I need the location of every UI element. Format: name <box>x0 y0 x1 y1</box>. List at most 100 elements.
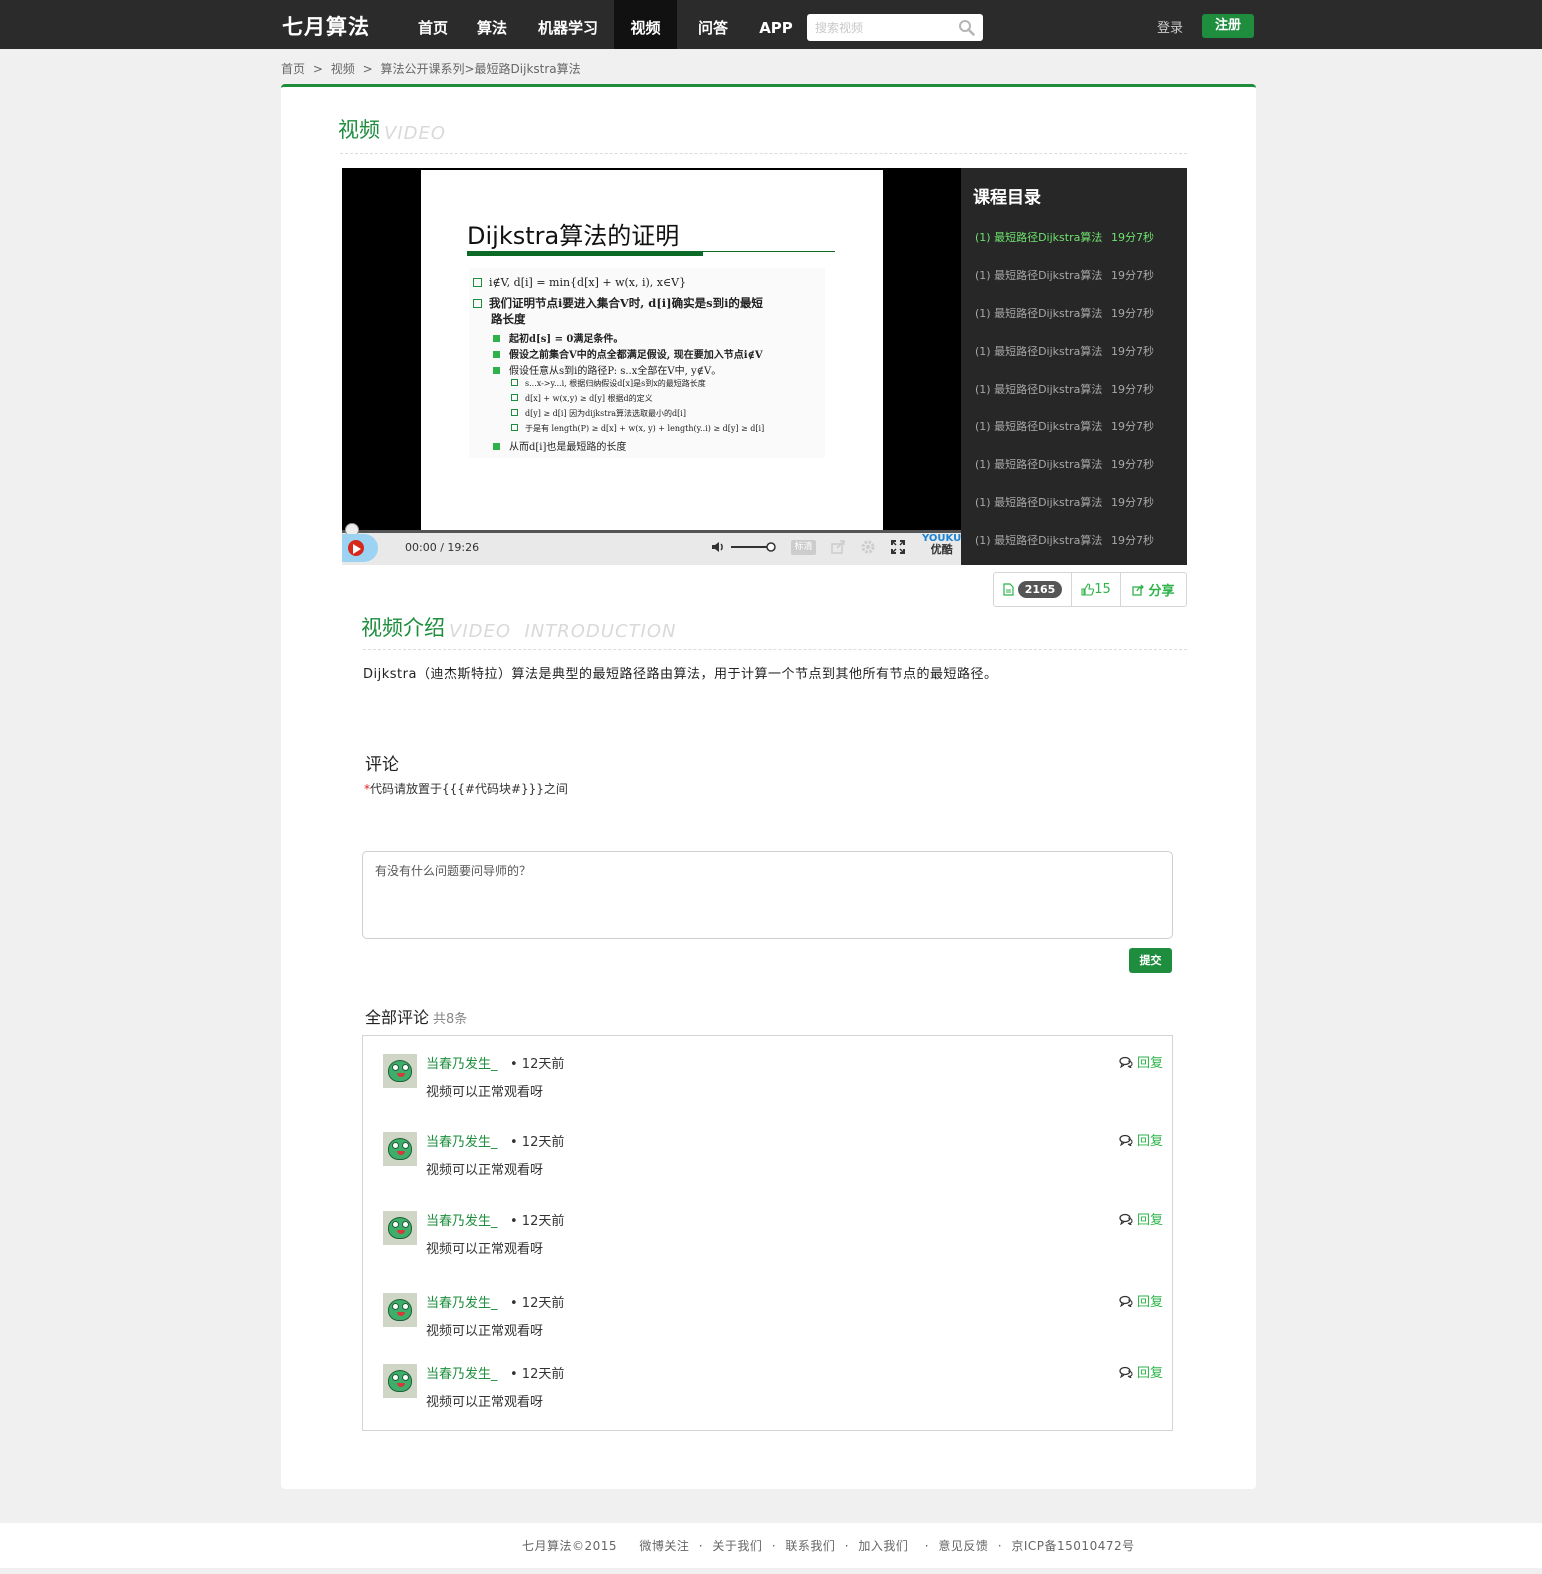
slide-line: 假设之前集合V中的点全都满足假设, 现在要加入节点i∉V <box>493 346 763 361</box>
volume-icon[interactable] <box>710 539 726 555</box>
search-icon[interactable] <box>958 19 975 36</box>
slide-line: 路长度 <box>491 312 526 326</box>
section-divider <box>363 649 1187 650</box>
breadcrumb-home[interactable]: 首页 <box>281 62 305 76</box>
comment-author[interactable]: 当春乃发生_ <box>426 1292 498 1311</box>
footer-link-contact[interactable]: 联系我们 <box>785 1539 835 1553</box>
comment-author[interactable]: 当春乃发生_ <box>426 1131 498 1150</box>
breadcrumb-separator: > <box>312 62 323 76</box>
playlist-item[interactable]: (1) 最短路径Dijkstra算法 19分7秒 <box>975 267 1185 283</box>
nav-item-machine-learning[interactable]: 机器学习 <box>522 0 614 49</box>
settings-icon[interactable] <box>860 539 876 555</box>
comment-heading: 评论 <box>365 755 399 775</box>
avatar[interactable] <box>383 1211 417 1245</box>
footer-link-feedback[interactable]: 意见反馈 <box>938 1539 988 1553</box>
video-player[interactable]: Dijkstra算法的证明 i∉V, d[i] = min{d[x] + w(x… <box>342 168 961 565</box>
footer-link-weibo[interactable]: 微博关注 <box>639 1539 689 1553</box>
reply-button[interactable]: 回复 <box>1119 1052 1163 1071</box>
nav-item-video[interactable]: 视频 <box>614 0 677 49</box>
comment-item: 当春乃发生_ • 12天前 视频可以正常观看呀 回复 <box>383 1209 1163 1269</box>
register-button[interactable]: 注册 <box>1202 14 1254 38</box>
site-logo[interactable]: 七月算法 <box>282 11 370 41</box>
speech-bubble-icon <box>1119 1213 1133 1225</box>
comment-input[interactable] <box>362 851 1173 939</box>
slide-line: d[y] ≥ d[i] 因为dijkstra算法选取最小的d[i] <box>511 408 686 419</box>
slide-underline-accent <box>467 251 703 256</box>
playlist-item[interactable]: (1) 最短路径Dijkstra算法 19分7秒 <box>975 494 1185 510</box>
avatar[interactable] <box>383 1293 417 1327</box>
comment-item: 当春乃发生_ • 12天前 视频可以正常观看呀 回复 <box>383 1291 1163 1351</box>
top-navbar: 七月算法 首页 算法 机器学习 视频 问答 APP 登录 注册 <box>0 0 1542 49</box>
comment-text: 视频可以正常观看呀 <box>426 1395 544 1410</box>
slide-line: 假设任意从s到i的路径P: s..x全部在V中, y∉V。 <box>493 362 721 377</box>
fullscreen-icon[interactable] <box>890 539 906 555</box>
document-icon <box>1003 583 1014 596</box>
search-input[interactable] <box>815 19 955 37</box>
current-time: 00:00 / <box>405 541 444 554</box>
comment-item: 当春乃发生_ • 12天前 视频可以正常观看呀 回复 <box>383 1362 1163 1422</box>
breadcrumb-current: 最短路Dijkstra算法 <box>474 62 581 76</box>
breadcrumb-video[interactable]: 视频 <box>331 62 355 76</box>
youku-logo: YOUKU 优酷 <box>922 533 962 556</box>
footer-link-join[interactable]: 加入我们 <box>858 1539 908 1553</box>
breadcrumb-separator: > <box>464 62 475 76</box>
footer-separator: · <box>924 1539 930 1553</box>
time-display: 00:00 / 19:26 <box>405 541 479 554</box>
like-button[interactable]: 15 <box>1072 573 1121 606</box>
comment-author[interactable]: 当春乃发生_ <box>426 1363 498 1382</box>
nav-item-home[interactable]: 首页 <box>404 0 462 49</box>
comment-author[interactable]: 当春乃发生_ <box>426 1053 498 1072</box>
intro-section-title: 视频介绍 VIDEO INTRODUCTION <box>361 612 676 642</box>
playlist-item[interactable]: (1) 最短路径Dijkstra算法 19分7秒 <box>975 532 1185 548</box>
speech-bubble-icon <box>1119 1366 1133 1378</box>
comment-author[interactable]: 当春乃发生_ <box>426 1210 498 1229</box>
breadcrumb: 首页 > 视频 > 算法公开课系列>最短路Dijkstra算法 <box>281 60 585 77</box>
avatar[interactable] <box>383 1054 417 1088</box>
comment-time: • 12天前 <box>510 1296 565 1311</box>
video-title-cn: 视频 <box>338 118 380 142</box>
share-video-icon[interactable] <box>830 539 846 555</box>
playlist-item[interactable]: (1) 最短路径Dijkstra算法 19分7秒 <box>975 229 1185 245</box>
footer-icp: 京ICP备15010472号 <box>1011 1539 1135 1553</box>
avatar[interactable] <box>383 1364 417 1398</box>
slide-line: s...x->y...i, 根据归纳假设d[x]是s到x的最短路长度 <box>511 378 706 389</box>
comment-time: • 12天前 <box>510 1135 565 1150</box>
footer-separator: · <box>771 1539 777 1553</box>
playlist-item[interactable]: (1) 最短路径Dijkstra算法 19分7秒 <box>975 343 1185 359</box>
play-button[interactable] <box>342 534 378 562</box>
playlist-title: 课程目录 <box>973 188 1041 208</box>
reply-button[interactable]: 回复 <box>1119 1130 1163 1149</box>
comment-time: • 12天前 <box>510 1057 565 1072</box>
playlist-item[interactable]: (1) 最短路径Dijkstra算法 19分7秒 <box>975 305 1185 321</box>
share-button[interactable]: 分享 <box>1121 573 1186 606</box>
login-link[interactable]: 登录 <box>1157 17 1183 36</box>
slide-line: 于是有 length(P) ≥ d[x] + w(x, y) + length(… <box>511 423 764 434</box>
avatar[interactable] <box>383 1132 417 1166</box>
nav-item-app[interactable]: APP <box>750 0 802 49</box>
footer-separator: · <box>997 1539 1003 1553</box>
footer-separator: · <box>698 1539 704 1553</box>
progress-bar[interactable] <box>342 523 961 537</box>
reply-button[interactable]: 回复 <box>1119 1209 1163 1228</box>
speech-bubble-icon <box>1119 1056 1133 1068</box>
speech-bubble-icon <box>1119 1295 1133 1307</box>
volume-slider[interactable] <box>730 542 778 552</box>
breadcrumb-series[interactable]: 算法公开课系列 <box>380 62 464 76</box>
slide-body: i∉V, d[i] = min{d[x] + w(x, i), x∈V} 我们证… <box>469 268 825 458</box>
nav-item-algorithm[interactable]: 算法 <box>464 0 520 49</box>
play-icon <box>353 544 361 554</box>
submit-button[interactable]: 提交 <box>1129 948 1172 973</box>
playlist-item[interactable]: (1) 最短路径Dijkstra算法 19分7秒 <box>975 418 1185 434</box>
quality-button[interactable]: 标清 <box>791 540 816 555</box>
comment-note: *代码请放置于{{{#代码块#}}}之间 <box>364 782 568 796</box>
reply-button[interactable]: 回复 <box>1119 1291 1163 1310</box>
video-frame: Dijkstra算法的证明 i∉V, d[i] = min{d[x] + w(x… <box>421 170 883 530</box>
playlist-item[interactable]: (1) 最短路径Dijkstra算法 19分7秒 <box>975 456 1185 472</box>
playlist-item[interactable]: (1) 最短路径Dijkstra算法 19分7秒 <box>975 381 1185 397</box>
footer-link-about[interactable]: 关于我们 <box>712 1539 762 1553</box>
intro-title-en: VIDEO INTRODUCTION <box>449 621 677 642</box>
section-divider <box>340 153 1187 154</box>
reply-button[interactable]: 回复 <box>1119 1362 1163 1381</box>
speech-bubble-icon <box>1119 1134 1133 1146</box>
nav-item-qa[interactable]: 问答 <box>686 0 740 49</box>
